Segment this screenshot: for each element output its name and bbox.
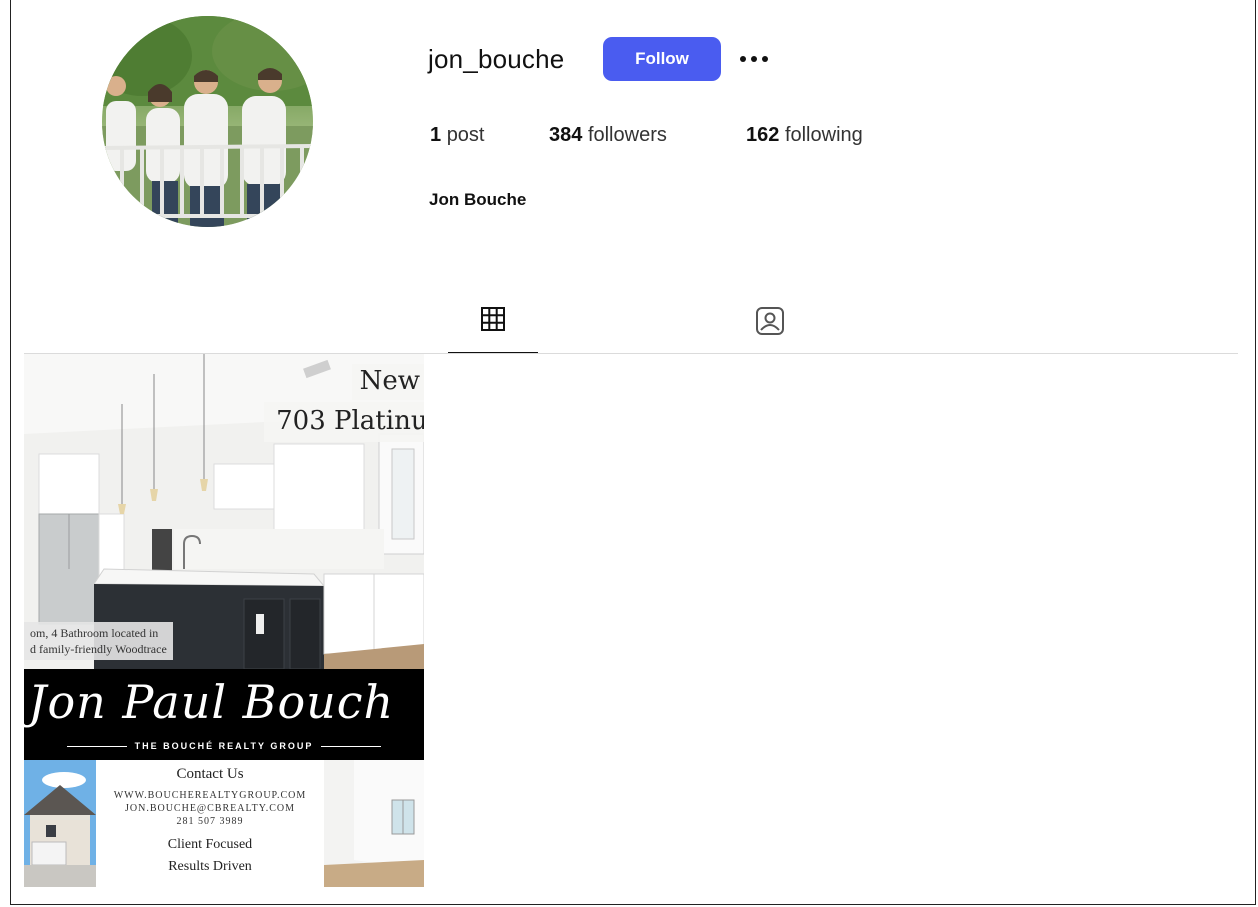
tagline-1: Client Focused xyxy=(167,837,253,852)
more-options-button[interactable] xyxy=(738,44,774,74)
post-group-name: THE BOUCHÉ REALTY GROUP xyxy=(24,741,424,751)
post-signature: Jon Paul Bouch xyxy=(28,675,395,729)
house-photo xyxy=(24,760,96,887)
contact-phone: 281 507 3989 xyxy=(176,816,244,827)
followers-label: followers xyxy=(587,124,667,146)
tagged-icon xyxy=(756,307,784,335)
post-headline-1: New xyxy=(351,364,424,400)
posts-stat: 1 post xyxy=(430,124,485,147)
post-thumbnail[interactable]: New 703 Platinur om, 4 Bathroom located … xyxy=(24,354,424,887)
profile-username: jon_bouche xyxy=(428,44,565,74)
tagline-2: Results Driven xyxy=(168,859,252,874)
contact-website: WWW.BOUCHEREALTYGROUP.COM xyxy=(113,790,307,801)
following-count: 162 xyxy=(746,124,780,146)
tab-posts[interactable] xyxy=(448,296,538,354)
contact-title: Contact Us xyxy=(176,766,244,782)
profile-full-name: Jon Bouche xyxy=(429,190,527,209)
post-headline-2: 703 Platinur xyxy=(264,402,424,442)
follow-button[interactable]: Follow xyxy=(603,37,721,81)
profile-avatar[interactable] xyxy=(102,16,313,227)
signature-band: Jon Paul Bouch THE BOUCHÉ REALTY GROUP xyxy=(24,669,424,760)
post-description: om, 4 Bathroom located in d family-frien… xyxy=(24,622,173,660)
post-description-line-2: d family-friendly Woodtrace xyxy=(30,642,167,656)
posts-count: 1 xyxy=(430,124,442,146)
followers-count: 384 xyxy=(549,124,583,146)
following-stat[interactable]: 162 following xyxy=(746,124,863,147)
tab-tagged[interactable] xyxy=(740,296,800,353)
contact-email: JON.BOUCHE@CBREALTY.COM xyxy=(124,803,295,814)
grid-icon xyxy=(481,307,505,331)
post-contact-strip: Contact Us WWW.BOUCHEREALTYGROUP.COM JON… xyxy=(24,760,424,887)
post-description-line-1: om, 4 Bathroom located in xyxy=(30,626,159,640)
room-photo xyxy=(324,760,424,887)
followers-stat[interactable]: 384 followers xyxy=(549,124,667,147)
contact-info: Contact Us WWW.BOUCHEREALTYGROUP.COM JON… xyxy=(96,760,324,878)
following-label: following xyxy=(784,124,863,146)
more-options-icon xyxy=(740,56,768,62)
posts-label: post xyxy=(446,124,485,146)
